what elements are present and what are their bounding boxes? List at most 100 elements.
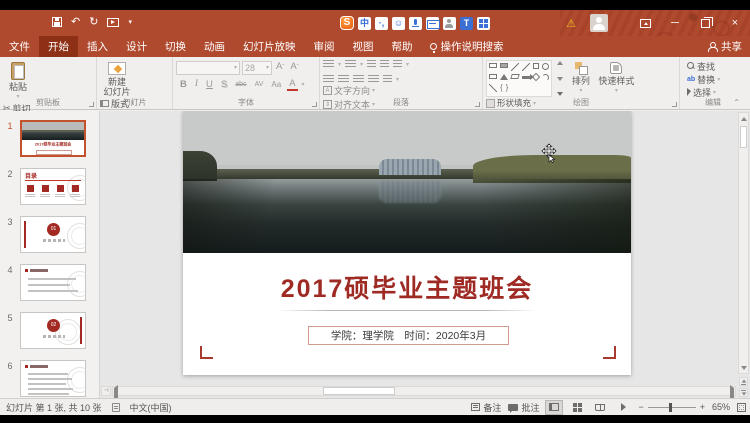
slide-thumbnail-1[interactable]: 1 2017硕毕业主题班会 bbox=[0, 120, 99, 157]
font-name-select[interactable]: ▾ bbox=[176, 61, 240, 75]
horizontal-scrollbar[interactable] bbox=[112, 386, 736, 396]
vertical-scrollbar[interactable] bbox=[738, 112, 749, 374]
collapse-ribbon-icon[interactable]: ⌃ bbox=[733, 98, 740, 107]
microphone-icon[interactable] bbox=[409, 17, 422, 30]
minimize-button[interactable]: ─ bbox=[660, 10, 690, 36]
slide-sorter-view-button[interactable] bbox=[569, 401, 585, 414]
columns-caret-icon[interactable]: ▾ bbox=[396, 76, 399, 83]
zoom-out-button[interactable]: − bbox=[638, 402, 643, 412]
shape-line-icon[interactable] bbox=[511, 63, 519, 71]
text-direction-button[interactable]: A文字方向▾ bbox=[323, 84, 393, 97]
emoji-icon[interactable]: ☺ bbox=[392, 17, 405, 30]
shape-brace-left-icon[interactable]: { bbox=[500, 84, 503, 92]
redo-icon[interactable]: ↻ bbox=[89, 15, 98, 29]
reading-view-button[interactable] bbox=[592, 401, 608, 414]
font-color-button[interactable]: A bbox=[287, 78, 297, 91]
change-case-button[interactable]: Aa bbox=[269, 78, 283, 91]
clipboard-dialog-launcher[interactable] bbox=[89, 102, 94, 107]
text-shadow-button[interactable]: S bbox=[219, 78, 229, 91]
zoom-percentage[interactable]: 65% bbox=[712, 402, 730, 412]
shape-oval-icon[interactable] bbox=[542, 63, 549, 70]
align-center-button[interactable] bbox=[338, 75, 349, 84]
shape-brace-right-icon[interactable]: } bbox=[506, 84, 509, 92]
thumbnail-preview[interactable]: 2017硕毕业主题班会 bbox=[20, 120, 86, 157]
pane-splitter[interactable]: ⊣ bbox=[101, 386, 111, 396]
replace-button[interactable]: ab替换▾ bbox=[687, 73, 743, 85]
paragraph-dialog-launcher[interactable] bbox=[475, 102, 480, 107]
shape-square-icon[interactable] bbox=[533, 63, 539, 69]
numbering-caret-icon[interactable]: ▾ bbox=[360, 61, 363, 68]
bullets-button[interactable] bbox=[323, 60, 334, 69]
warning-icon[interactable]: ⚠ bbox=[566, 17, 576, 30]
user-avatar[interactable] bbox=[590, 14, 608, 32]
start-slideshow-icon[interactable] bbox=[107, 18, 119, 27]
previous-slide-button[interactable] bbox=[739, 377, 748, 386]
shapes-more-icon[interactable] bbox=[557, 92, 563, 96]
zoom-slider-thumb[interactable] bbox=[669, 403, 672, 412]
normal-view-button[interactable] bbox=[546, 401, 562, 414]
ime-mode-icon[interactable]: 中 bbox=[358, 17, 371, 30]
numbering-button[interactable] bbox=[345, 60, 356, 69]
ime-account-icon[interactable] bbox=[443, 17, 456, 30]
shape-rectangle-icon[interactable] bbox=[489, 63, 497, 68]
line-spacing-button[interactable] bbox=[393, 60, 402, 69]
decrease-indent-button[interactable] bbox=[367, 60, 376, 69]
character-spacing-button[interactable]: AV bbox=[253, 78, 266, 91]
soft-keyboard-icon[interactable] bbox=[426, 17, 439, 30]
paste-button[interactable]: 粘贴 ▾ bbox=[3, 60, 33, 102]
tab-transitions[interactable]: 切换 bbox=[156, 36, 195, 57]
tab-review[interactable]: 审阅 bbox=[305, 36, 344, 57]
bold-button[interactable]: B bbox=[178, 78, 189, 91]
tab-insert[interactable]: 插入 bbox=[78, 36, 117, 57]
scroll-down-icon[interactable] bbox=[739, 362, 748, 373]
fit-slide-to-window-icon[interactable] bbox=[737, 403, 746, 412]
thumbnail-preview[interactable]: 目录 bbox=[20, 168, 86, 205]
align-right-button[interactable] bbox=[353, 75, 364, 84]
shrink-font-button[interactable]: Aˇ bbox=[288, 60, 300, 75]
slide-thumbnail-3[interactable]: 3 01 bbox=[0, 216, 99, 253]
zoom-in-button[interactable]: + bbox=[700, 402, 705, 412]
customize-qat-icon[interactable]: ▾ bbox=[128, 18, 132, 26]
slide-thumbnail-5[interactable]: 5 02 bbox=[0, 312, 99, 349]
underline-button[interactable]: U bbox=[204, 78, 215, 91]
font-color-caret-icon[interactable]: ▾ bbox=[302, 81, 305, 88]
strikethrough-button[interactable]: abc bbox=[233, 78, 248, 91]
scroll-up-icon[interactable] bbox=[739, 113, 748, 124]
close-button[interactable]: × bbox=[720, 10, 750, 36]
shape-parallelogram-icon[interactable] bbox=[510, 74, 520, 79]
shape-line2-icon[interactable] bbox=[522, 63, 530, 71]
scroll-left-icon[interactable] bbox=[114, 388, 118, 398]
justify-button[interactable] bbox=[368, 75, 379, 84]
slide-thumbnail-panel[interactable]: 1 2017硕毕业主题班会 2 目录 bbox=[0, 111, 100, 398]
zoom-slider[interactable] bbox=[648, 407, 696, 408]
scroll-right-icon[interactable] bbox=[730, 388, 734, 398]
thumbnail-preview[interactable] bbox=[20, 360, 86, 397]
horizontal-scroll-thumb[interactable] bbox=[323, 387, 395, 395]
thumbnail-preview[interactable]: 01 bbox=[20, 216, 86, 253]
shape-curve-icon[interactable] bbox=[489, 84, 497, 92]
drawing-dialog-launcher[interactable] bbox=[672, 102, 677, 107]
tab-help[interactable]: 帮助 bbox=[383, 36, 422, 57]
share-button[interactable]: 共享 bbox=[708, 36, 742, 57]
save-icon[interactable] bbox=[52, 17, 62, 27]
ime-toolbox-icon[interactable] bbox=[477, 17, 490, 30]
align-left-button[interactable] bbox=[323, 75, 334, 84]
grow-font-button[interactable]: Aˆ bbox=[274, 60, 286, 75]
slideshow-view-button[interactable] bbox=[615, 401, 631, 414]
thumbnail-preview[interactable]: 02 bbox=[20, 312, 86, 349]
slide-thumbnail-2[interactable]: 2 目录 bbox=[0, 168, 99, 205]
tab-animations[interactable]: 动画 bbox=[195, 36, 234, 57]
ime-skin-icon[interactable]: T bbox=[460, 17, 473, 30]
tab-file[interactable]: 文件 bbox=[0, 36, 39, 57]
tell-me-search[interactable]: 操作说明搜索 bbox=[422, 36, 512, 57]
slide-thumbnail-6[interactable]: 6 bbox=[0, 360, 99, 397]
slide-title-text[interactable]: 2017硕毕业主题班会 bbox=[183, 269, 631, 305]
tab-view[interactable]: 视图 bbox=[344, 36, 383, 57]
new-slide-button[interactable]: 新建 幻灯片 bbox=[100, 60, 134, 97]
arrange-button[interactable]: 排列 ▾ bbox=[568, 60, 594, 96]
slide-info-box[interactable]: 学院：理学院 时间：2020年3月 bbox=[308, 326, 509, 345]
slide-canvas[interactable]: 2017硕毕业主题班会 学院：理学院 时间：2020年3月 bbox=[101, 111, 750, 398]
italic-button[interactable]: I bbox=[193, 78, 200, 91]
font-size-select[interactable]: 28▾ bbox=[242, 61, 272, 75]
undo-icon[interactable]: ↶ bbox=[71, 15, 80, 29]
